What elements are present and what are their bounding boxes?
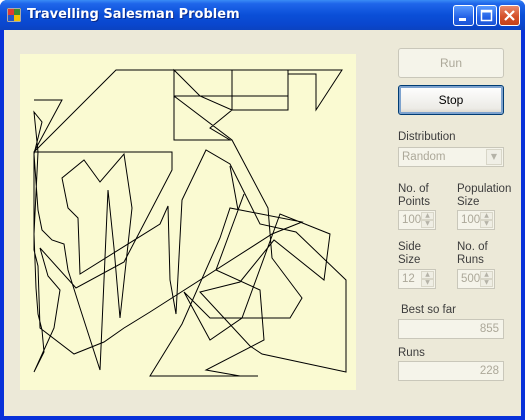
side-label-line2: Size xyxy=(398,254,421,266)
runs-count-field: 228 xyxy=(398,361,504,381)
maximize-button[interactable] xyxy=(476,5,497,26)
stop-button[interactable]: Stop xyxy=(398,85,504,115)
population-label-line2: Size xyxy=(457,196,480,208)
runs-value: 500 xyxy=(461,273,481,285)
distribution-select[interactable]: Random ▼ xyxy=(398,147,504,167)
tour-path-graphic xyxy=(33,68,347,377)
tour-canvas xyxy=(20,54,356,390)
best-so-far-value: 855 xyxy=(479,323,499,335)
spin-down-icon[interactable]: ▼ xyxy=(421,220,434,228)
window-title: Travelling Salesman Problem xyxy=(27,7,240,22)
close-icon xyxy=(504,10,515,21)
population-label-line1: Population xyxy=(457,183,512,195)
side-stepper[interactable]: 12 ▲ ▼ xyxy=(398,269,436,289)
runs-label-line2: Runs xyxy=(457,254,484,266)
run-button[interactable]: Run xyxy=(398,48,504,78)
spin-down-icon[interactable]: ▼ xyxy=(480,279,493,287)
points-value: 100 xyxy=(402,214,422,226)
runs-count-value: 228 xyxy=(479,365,499,377)
population-value: 100 xyxy=(461,214,481,226)
population-stepper[interactable]: 100 ▲ ▼ xyxy=(457,210,495,230)
runs-label-line1: No. of xyxy=(457,241,488,253)
spin-up-icon[interactable]: ▲ xyxy=(421,212,434,220)
distribution-value: Random xyxy=(402,151,446,163)
side-value: 12 xyxy=(402,273,415,285)
distribution-label: Distribution xyxy=(398,131,456,143)
best-so-far-field: 855 xyxy=(398,319,504,339)
chevron-down-icon[interactable]: ▼ xyxy=(486,149,502,165)
runs-count-label: Runs xyxy=(398,347,425,359)
points-label-line1: No. of xyxy=(398,183,429,195)
spin-down-icon[interactable]: ▼ xyxy=(480,220,493,228)
side-label-line1: Side xyxy=(398,241,422,253)
runs-stepper[interactable]: 500 ▲ ▼ xyxy=(457,269,495,289)
spin-down-icon[interactable]: ▼ xyxy=(421,279,434,287)
maximize-icon xyxy=(480,9,493,22)
minimize-button[interactable] xyxy=(453,5,474,26)
points-label-line2: Points xyxy=(398,196,430,208)
main-window: Travelling Salesman Problem Run Stop Dis… xyxy=(0,0,525,420)
minimize-icon xyxy=(459,18,466,21)
spin-up-icon[interactable]: ▲ xyxy=(480,212,493,220)
points-stepper[interactable]: 100 ▲ ▼ xyxy=(398,210,436,230)
spin-up-icon[interactable]: ▲ xyxy=(480,271,493,279)
spin-up-icon[interactable]: ▲ xyxy=(421,271,434,279)
app-icon xyxy=(7,8,21,22)
title-bar[interactable]: Travelling Salesman Problem xyxy=(0,0,525,30)
best-so-far-label: Best so far xyxy=(401,304,456,316)
close-button[interactable] xyxy=(499,5,520,26)
